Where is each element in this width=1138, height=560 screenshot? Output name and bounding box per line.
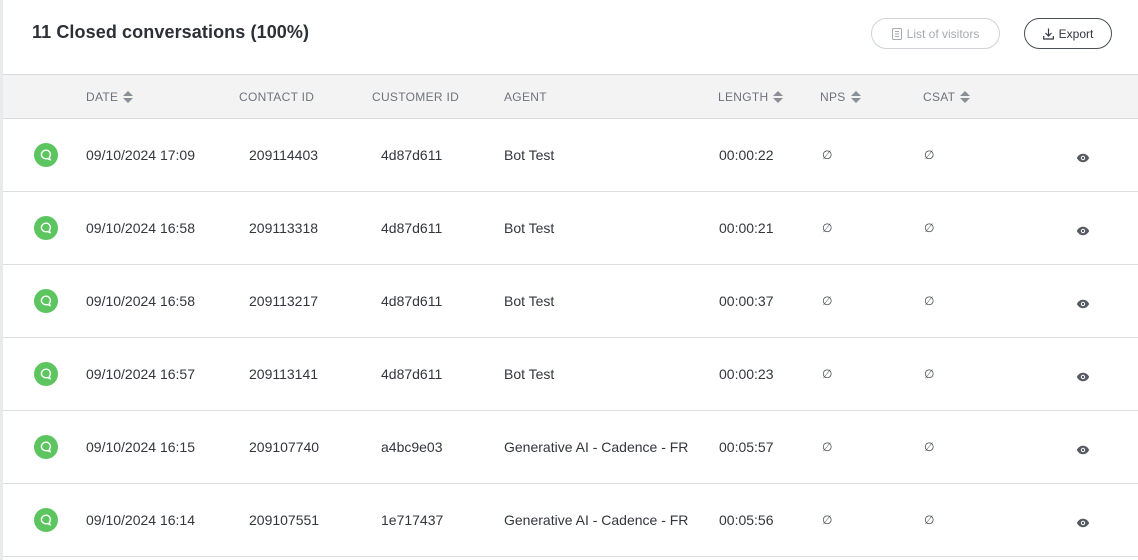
customer-id-cell: 4d87d611 bbox=[381, 147, 443, 163]
chat-bubble-icon bbox=[34, 362, 58, 386]
column-header-contact-id-label: CONTACT ID bbox=[239, 89, 315, 104]
date-cell: 09/10/2024 16:58 bbox=[86, 220, 195, 236]
table-row[interactable]: 09/10/2024 16:58 209113217 4d87d611 Bot … bbox=[3, 265, 1138, 338]
nps-cell: ∅ bbox=[822, 513, 833, 527]
table-row[interactable]: 09/10/2024 16:57 209113141 4d87d611 Bot … bbox=[3, 338, 1138, 411]
nps-cell: ∅ bbox=[822, 294, 833, 308]
contact-id-cell: 209114403 bbox=[249, 147, 319, 163]
list-of-visitors-button[interactable]: List of visitors bbox=[871, 18, 1000, 49]
export-label: Export bbox=[1058, 26, 1094, 41]
sort-icon[interactable] bbox=[123, 90, 134, 103]
agent-cell: Bot Test bbox=[504, 147, 555, 163]
page-title: 11 Closed conversations (100%) bbox=[32, 22, 310, 42]
contact-id-cell: 209113141 bbox=[249, 366, 319, 382]
eye-icon[interactable] bbox=[1076, 442, 1090, 460]
column-header-date[interactable]: DATE bbox=[86, 75, 134, 118]
length-cell: 00:00:37 bbox=[719, 293, 774, 309]
nps-cell: ∅ bbox=[822, 221, 833, 235]
document-list-icon bbox=[891, 27, 902, 40]
csat-cell: ∅ bbox=[924, 148, 935, 162]
date-cell: 09/10/2024 16:14 bbox=[86, 512, 195, 528]
csat-cell: ∅ bbox=[924, 294, 935, 308]
length-cell: 00:05:57 bbox=[719, 439, 774, 455]
chat-bubble-icon bbox=[34, 289, 58, 313]
date-cell: 09/10/2024 17:09 bbox=[86, 147, 195, 163]
export-button[interactable]: Export bbox=[1024, 18, 1112, 49]
column-header-agent-label: AGENT bbox=[504, 89, 547, 104]
nps-cell: ∅ bbox=[822, 440, 833, 454]
agent-cell: Bot Test bbox=[504, 220, 555, 236]
column-header-nps-label: NPS bbox=[820, 89, 846, 104]
date-cell: 09/10/2024 16:58 bbox=[86, 293, 195, 309]
eye-icon[interactable] bbox=[1076, 150, 1090, 168]
customer-id-cell: 4d87d611 bbox=[381, 366, 443, 382]
nps-cell: ∅ bbox=[822, 367, 833, 381]
eye-icon[interactable] bbox=[1076, 515, 1090, 533]
column-header-length[interactable]: LENGTH bbox=[718, 75, 784, 118]
page-header: 11 Closed conversations (100%) List of v… bbox=[0, 0, 1138, 74]
table-body: 09/10/2024 17:09 209114403 4d87d611 Bot … bbox=[3, 119, 1138, 557]
column-header-agent: AGENT bbox=[504, 75, 547, 118]
sort-icon[interactable] bbox=[773, 90, 784, 103]
contact-id-cell: 209107551 bbox=[249, 512, 320, 528]
length-cell: 00:05:56 bbox=[719, 512, 774, 528]
table-header: DATE CONTACT ID CUSTOMER ID AGENT LENGTH… bbox=[3, 74, 1138, 119]
column-header-contact-id: CONTACT ID bbox=[239, 75, 314, 118]
column-header-csat-label: CSAT bbox=[923, 89, 956, 104]
csat-cell: ∅ bbox=[924, 221, 935, 235]
agent-cell: Generative AI - Cadence - FR bbox=[504, 439, 689, 455]
csat-cell: ∅ bbox=[924, 440, 935, 454]
column-header-customer-id: CUSTOMER ID bbox=[372, 75, 459, 118]
table-row[interactable]: 09/10/2024 16:15 209107740 a4bc9e03 Gene… bbox=[3, 411, 1138, 484]
date-cell: 09/10/2024 16:57 bbox=[86, 366, 195, 382]
column-header-nps[interactable]: NPS bbox=[820, 75, 861, 118]
customer-id-cell: 4d87d611 bbox=[381, 293, 443, 309]
length-cell: 00:00:22 bbox=[719, 147, 774, 163]
eye-icon[interactable] bbox=[1076, 223, 1090, 241]
column-header-date-label: DATE bbox=[86, 89, 119, 104]
chat-bubble-icon bbox=[34, 216, 58, 240]
nps-cell: ∅ bbox=[822, 148, 833, 162]
column-header-csat[interactable]: CSAT bbox=[923, 75, 971, 118]
table-row[interactable]: 09/10/2024 16:58 209113318 4d87d611 Bot … bbox=[3, 192, 1138, 265]
date-cell: 09/10/2024 16:15 bbox=[86, 439, 195, 455]
contact-id-cell: 209113318 bbox=[249, 220, 319, 236]
customer-id-cell: 4d87d611 bbox=[381, 220, 443, 236]
table-row[interactable]: 09/10/2024 16:14 209107551 1e717437 Gene… bbox=[3, 484, 1138, 557]
sort-icon[interactable] bbox=[850, 90, 861, 103]
csat-cell: ∅ bbox=[924, 367, 935, 381]
customer-id-cell: a4bc9e03 bbox=[381, 439, 443, 455]
list-of-visitors-label: List of visitors bbox=[906, 26, 980, 41]
agent-cell: Bot Test bbox=[504, 293, 555, 309]
chat-bubble-icon bbox=[34, 143, 58, 167]
length-cell: 00:00:23 bbox=[719, 366, 774, 382]
contact-id-cell: 209113217 bbox=[249, 293, 319, 309]
agent-cell: Bot Test bbox=[504, 366, 555, 382]
contact-id-cell: 209107740 bbox=[249, 439, 320, 455]
chat-bubble-icon bbox=[34, 508, 58, 532]
chat-bubble-icon bbox=[34, 435, 58, 459]
customer-id-cell: 1e717437 bbox=[381, 512, 444, 528]
download-icon bbox=[1042, 28, 1054, 40]
column-header-length-label: LENGTH bbox=[718, 89, 769, 104]
agent-cell: Generative AI - Cadence - FR bbox=[504, 512, 689, 528]
csat-cell: ∅ bbox=[924, 513, 935, 527]
length-cell: 00:00:21 bbox=[719, 220, 774, 236]
eye-icon[interactable] bbox=[1076, 296, 1090, 314]
column-header-customer-id-label: CUSTOMER ID bbox=[372, 89, 460, 104]
sort-icon[interactable] bbox=[960, 90, 971, 103]
eye-icon[interactable] bbox=[1076, 369, 1090, 387]
table-row[interactable]: 09/10/2024 17:09 209114403 4d87d611 Bot … bbox=[3, 119, 1138, 192]
